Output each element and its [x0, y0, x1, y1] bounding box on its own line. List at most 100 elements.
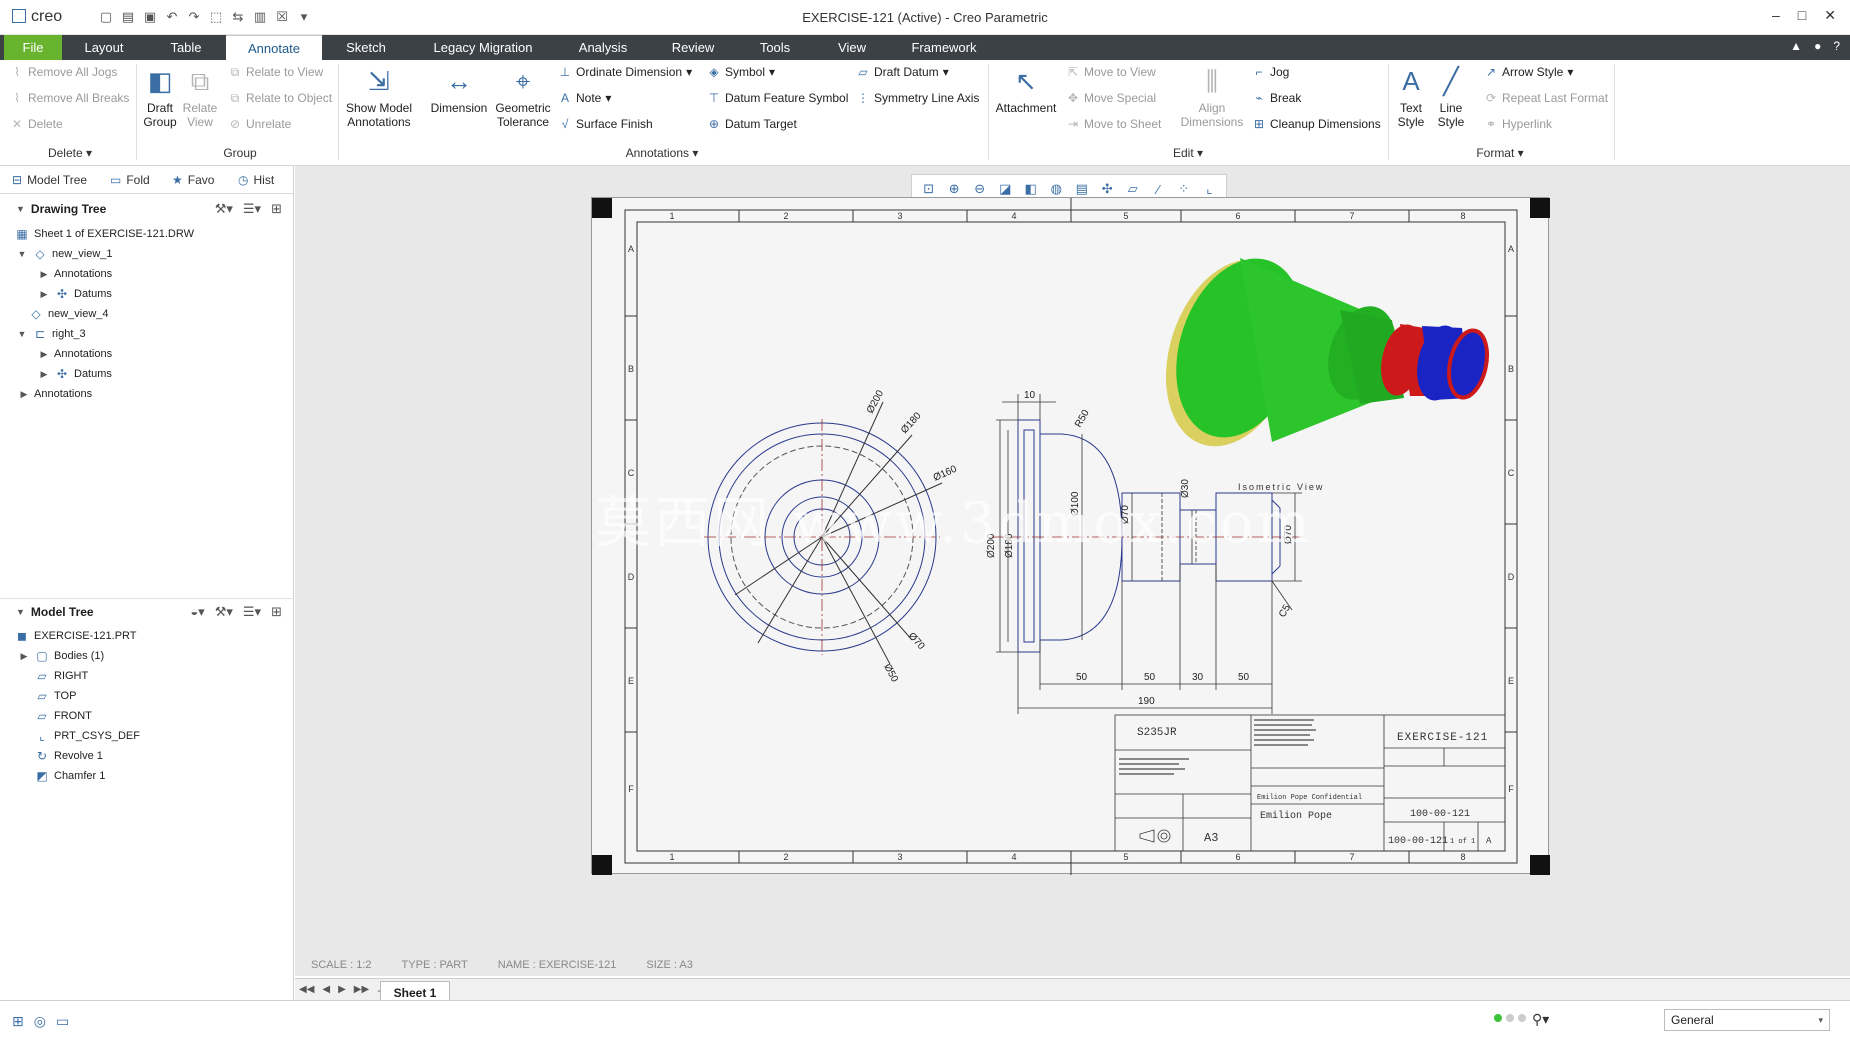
zoom-out-icon[interactable]: ⊖	[970, 181, 990, 197]
expand-arrow-icon[interactable]: ▼	[16, 244, 28, 264]
tree-item[interactable]: ▱ FRONT	[34, 706, 92, 726]
expand-arrow-icon[interactable]: ▶	[18, 384, 30, 404]
close-icon[interactable]: ✕	[1824, 7, 1836, 24]
draft-group-button[interactable]: ◧ Draft Group	[140, 65, 180, 129]
tab-annotate[interactable]: Annotate	[226, 35, 322, 60]
symmetry-line-axis-button[interactable]: ⋮ Symmetry Line Axis	[856, 91, 979, 105]
tree-item[interactable]: ▦ Sheet 1 of EXERCISE-121.DRW	[14, 224, 194, 244]
break-button[interactable]: ⌁ Break	[1252, 91, 1301, 105]
expand-arrow-icon[interactable]: ▶	[38, 364, 50, 384]
group-label-edit[interactable]: Edit ▾	[1158, 146, 1218, 160]
display-style-icon[interactable]: ◧	[1021, 181, 1041, 197]
hyperlink-button[interactable]: ⚭ Hyperlink	[1484, 117, 1552, 131]
draft-datum-button[interactable]: ▱ Draft Datum ▾	[856, 65, 948, 79]
datum-display-icon[interactable]: ✣	[1097, 181, 1117, 197]
relate-to-view-button[interactable]: ⧉ Relate to View	[228, 65, 323, 79]
tree-item[interactable]: ◩ Chamfer 1	[34, 766, 105, 786]
first-sheet-icon[interactable]: ◀◀	[299, 984, 314, 998]
jog-button[interactable]: ⌐ Jog	[1252, 65, 1289, 79]
text-style-button[interactable]: A Text Style	[1394, 65, 1428, 129]
attachment-button[interactable]: ↖ Attachment	[994, 65, 1058, 115]
zoom-in-icon[interactable]: ⊕	[944, 181, 964, 197]
tab-file[interactable]: File	[4, 35, 62, 60]
minimize-icon[interactable]: –	[1772, 7, 1780, 24]
tree-item[interactable]: ⌞ PRT_CSYS_DEF	[34, 726, 140, 746]
collapse-arrow-icon[interactable]: ▼	[16, 607, 25, 617]
plane-display-icon[interactable]: ▱	[1123, 181, 1143, 197]
relate-view-button[interactable]: ⧉ Relate View	[180, 65, 220, 129]
relate-to-object-button[interactable]: ⧉ Relate to Object	[228, 91, 332, 105]
collapse-ribbon-icon[interactable]: ▲	[1790, 39, 1802, 53]
nav-tab-folder[interactable]: ▭ Fold	[110, 173, 150, 187]
group-label-annotations[interactable]: Annotations ▾	[612, 146, 712, 160]
repeat-last-format-button[interactable]: ⟳ Repeat Last Format	[1484, 91, 1608, 105]
tree-item[interactable]: ▶ Annotations	[18, 384, 93, 404]
tree-item[interactable]: ▶ ✣ Datums	[38, 284, 112, 304]
tree-filter-icon[interactable]: ⊞	[271, 604, 282, 620]
graphics-area[interactable]: ⊡ ⊕ ⊖ ◪ ◧ ◍ ▤ ✣ ▱ ⁄ ⁘ ⌞ 1 2 3 4 5 6 7 8 …	[295, 166, 1850, 1006]
tab-analysis[interactable]: Analysis	[568, 35, 638, 60]
prev-sheet-icon[interactable]: ◀	[322, 984, 330, 998]
tree-item[interactable]: ▼ ◇ new_view_1	[16, 244, 113, 264]
remove-all-breaks-button[interactable]: ⌇ Remove All Breaks	[10, 91, 129, 105]
datum-target-button[interactable]: ⊕ Datum Target	[707, 117, 797, 131]
last-sheet-icon[interactable]: ▶▶	[354, 984, 369, 998]
tab-table[interactable]: Table	[150, 35, 222, 60]
tree-settings-icon[interactable]: ⚒▾	[215, 604, 233, 620]
point-display-icon[interactable]: ⁘	[1174, 181, 1194, 197]
tab-sketch[interactable]: Sketch	[336, 35, 396, 60]
arrow-style-button[interactable]: ↗ Arrow Style ▾	[1484, 65, 1573, 79]
nav-tab-favorites[interactable]: ★ Favo	[172, 173, 214, 187]
tree-columns-icon[interactable]: ☰▾	[243, 604, 261, 620]
tree-item[interactable]: ▶ Annotations	[38, 264, 113, 284]
dimension-button[interactable]: ↔ Dimension	[428, 65, 490, 115]
tree-item[interactable]: ▶ Annotations	[38, 344, 113, 364]
tab-layout[interactable]: Layout	[72, 35, 136, 60]
tree-item[interactable]: ▶ ✣ Datums	[38, 364, 112, 384]
move-to-view-button[interactable]: ⇱ Move to View	[1066, 65, 1156, 79]
nav-tab-model-tree[interactable]: ⊟ Model Tree	[12, 173, 87, 187]
expand-arrow-icon[interactable]: ▶	[38, 264, 50, 284]
cleanup-dimensions-button[interactable]: ⊞ Cleanup Dimensions	[1252, 117, 1381, 131]
user-icon[interactable]: ●	[1814, 39, 1821, 53]
symbol-button[interactable]: ◈ Symbol ▾	[707, 65, 775, 79]
geometric-tolerance-button[interactable]: ⌖ Geometric Tolerance	[494, 65, 552, 129]
next-sheet-icon[interactable]: ▶	[338, 984, 346, 998]
repaint-icon[interactable]: ◪	[995, 181, 1015, 197]
section-icon[interactable]: ▤	[1072, 181, 1092, 197]
expand-arrow-icon[interactable]: ▼	[16, 324, 28, 344]
model-display-icon[interactable]: ◒▾	[190, 604, 204, 620]
remove-all-jogs-button[interactable]: ⌇ Remove All Jogs	[10, 65, 117, 79]
find-icon[interactable]: ⚲▾	[1532, 1011, 1549, 1028]
align-dimensions-button[interactable]: ⫼ Align Dimensions	[1178, 65, 1246, 129]
move-to-sheet-button[interactable]: ⇥ Move to Sheet	[1066, 117, 1161, 131]
tree-filter-icon[interactable]: ⊞	[271, 201, 282, 217]
tab-view[interactable]: View	[830, 35, 874, 60]
tree-item[interactable]: ◇ new_view_4	[28, 304, 108, 324]
move-special-button[interactable]: ✥ Move Special	[1066, 91, 1156, 105]
full-screen-icon[interactable]: ▭	[56, 1013, 69, 1030]
surface-finish-button[interactable]: √ Surface Finish	[558, 117, 653, 131]
expand-arrow-icon[interactable]: ▶	[18, 646, 30, 666]
unrelate-button[interactable]: ⊘ Unrelate	[228, 117, 291, 131]
tab-tools[interactable]: Tools	[752, 35, 798, 60]
tree-item[interactable]: ◼ EXERCISE-121.PRT	[14, 626, 137, 646]
tree-item[interactable]: ▱ RIGHT	[34, 666, 88, 686]
tree-item[interactable]: ↻ Revolve 1	[34, 746, 103, 766]
show-model-annotations-button[interactable]: ⇲ Show Model Annotations	[344, 65, 414, 129]
note-button[interactable]: A Note ▾	[558, 91, 611, 105]
csys-display-icon[interactable]: ⌞	[1199, 181, 1219, 197]
tab-framework[interactable]: Framework	[904, 35, 984, 60]
group-label-format[interactable]: Format ▾	[1470, 146, 1530, 160]
expand-arrow-icon[interactable]: ▶	[38, 344, 50, 364]
refit-icon[interactable]: ⊡	[919, 181, 939, 197]
datum-feature-symbol-button[interactable]: ⊤ Datum Feature Symbol	[707, 91, 849, 105]
maximize-icon[interactable]: □	[1798, 7, 1806, 24]
line-style-button[interactable]: ╱ Line Style	[1434, 65, 1468, 129]
nav-tab-history[interactable]: ◷ Hist	[238, 173, 274, 187]
group-label-delete[interactable]: Delete ▾	[40, 146, 100, 160]
ordinate-dimension-button[interactable]: ⊥ Ordinate Dimension ▾	[558, 65, 692, 79]
delete-button[interactable]: ✕ Delete	[10, 117, 63, 131]
collapse-arrow-icon[interactable]: ▼	[16, 204, 25, 214]
view-manager-icon[interactable]: ◍	[1046, 181, 1066, 197]
